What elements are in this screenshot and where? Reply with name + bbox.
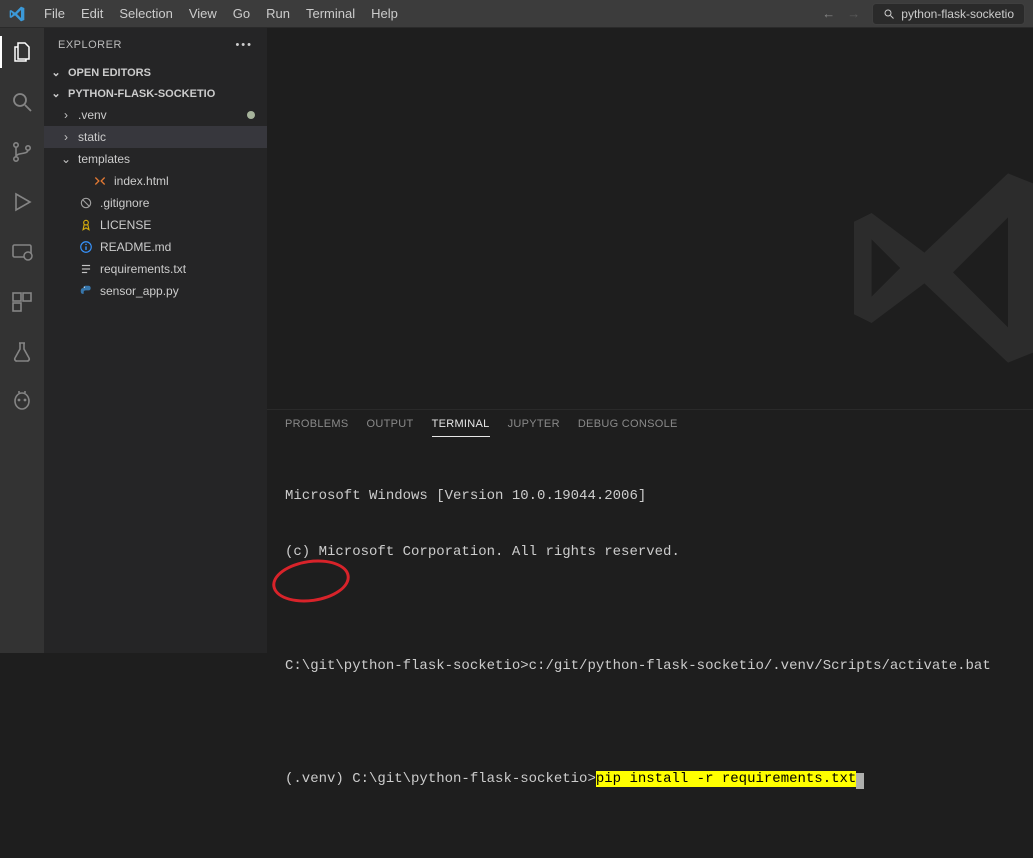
chevron-right-icon: › bbox=[60, 108, 72, 122]
empty-editor bbox=[267, 28, 1033, 409]
alien-icon bbox=[10, 390, 34, 414]
terminal-line: Microsoft Windows [Version 10.0.19044.20… bbox=[285, 487, 1015, 506]
commandcenter-search[interactable]: python-flask-socketio bbox=[872, 3, 1025, 25]
file-label: requirements.txt bbox=[100, 262, 186, 276]
bottom-panel: PROBLEMS OUTPUT TERMINAL JUPYTER DEBUG C… bbox=[267, 409, 1033, 653]
file-label: .gitignore bbox=[100, 196, 149, 210]
chevron-right-icon: › bbox=[60, 130, 72, 144]
hand-drawn-circle-annotation bbox=[269, 555, 352, 607]
vscode-watermark-icon bbox=[843, 158, 1033, 378]
activity-explorer[interactable] bbox=[0, 36, 44, 68]
search-icon bbox=[10, 90, 34, 114]
menu-run[interactable]: Run bbox=[258, 2, 298, 25]
terminal-line bbox=[285, 713, 1015, 732]
chevron-down-icon: ⌄ bbox=[60, 152, 72, 166]
nav-forward-icon[interactable]: → bbox=[847, 6, 860, 21]
tab-jupyter[interactable]: JUPYTER bbox=[508, 418, 560, 437]
activity-search[interactable] bbox=[0, 86, 44, 118]
terminal-line bbox=[285, 600, 1015, 619]
play-icon bbox=[10, 190, 34, 214]
terminal-line: (.venv) C:\git\python-flask-socketio>pip… bbox=[285, 770, 1015, 789]
menu-view[interactable]: View bbox=[181, 2, 225, 25]
menu-help[interactable]: Help bbox=[363, 2, 406, 25]
extensions-icon bbox=[10, 290, 34, 314]
menu-file[interactable]: File bbox=[36, 2, 73, 25]
sidebar-more-icon[interactable]: ••• bbox=[235, 39, 253, 51]
gitignore-file-icon bbox=[78, 195, 94, 211]
folder-label: templates bbox=[78, 152, 130, 166]
editor-area: PROBLEMS OUTPUT TERMINAL JUPYTER DEBUG C… bbox=[267, 28, 1033, 653]
chevron-down-icon: ⌄ bbox=[50, 87, 62, 100]
beaker-icon bbox=[10, 340, 34, 364]
tab-problems[interactable]: PROBLEMS bbox=[285, 418, 349, 437]
tab-terminal[interactable]: TERMINAL bbox=[432, 418, 490, 437]
terminal-cursor bbox=[856, 773, 864, 789]
terminal-line: C:\git\python-flask-socketio>c:/git/pyth… bbox=[285, 657, 1015, 676]
terminal-line: (c) Microsoft Corporation. All rights re… bbox=[285, 543, 1015, 562]
tree-file-sensor-app[interactable]: sensor_app.py bbox=[44, 280, 267, 302]
file-tree: › .venv › static ⌄ templates index.html bbox=[44, 104, 267, 302]
tree-folder-static[interactable]: › static bbox=[44, 126, 267, 148]
file-label: LICENSE bbox=[100, 218, 151, 232]
tree-file-index-html[interactable]: index.html bbox=[44, 170, 267, 192]
nav-arrows: ← → bbox=[822, 6, 860, 21]
menu-selection[interactable]: Selection bbox=[111, 2, 180, 25]
search-icon bbox=[883, 8, 895, 20]
tab-output[interactable]: OUTPUT bbox=[367, 418, 414, 437]
license-file-icon bbox=[78, 217, 94, 233]
tree-folder-templates[interactable]: ⌄ templates bbox=[44, 148, 267, 170]
open-editors-label: OPEN EDITORS bbox=[68, 67, 151, 79]
activity-run[interactable] bbox=[0, 186, 44, 218]
files-icon bbox=[11, 40, 35, 64]
info-file-icon bbox=[78, 239, 94, 255]
activity-testing[interactable] bbox=[0, 336, 44, 368]
tab-debug-console[interactable]: DEBUG CONSOLE bbox=[578, 418, 678, 437]
highlighted-command: pip install -r requirements.txt bbox=[596, 771, 856, 787]
sidebar-title: EXPLORER bbox=[58, 39, 122, 51]
terminal[interactable]: Microsoft Windows [Version 10.0.19044.20… bbox=[267, 437, 1033, 858]
nav-back-icon[interactable]: ← bbox=[822, 6, 835, 21]
activity-extensions[interactable] bbox=[0, 286, 44, 318]
remote-icon bbox=[10, 240, 34, 264]
python-file-icon bbox=[78, 283, 94, 299]
activity-remote[interactable] bbox=[0, 236, 44, 268]
menu-terminal[interactable]: Terminal bbox=[298, 2, 363, 25]
section-open-editors[interactable]: ⌄ OPEN EDITORS bbox=[44, 62, 267, 83]
tree-file-license[interactable]: LICENSE bbox=[44, 214, 267, 236]
panel-tabs: PROBLEMS OUTPUT TERMINAL JUPYTER DEBUG C… bbox=[267, 410, 1033, 437]
tree-file-requirements[interactable]: requirements.txt bbox=[44, 258, 267, 280]
sidebar-header: EXPLORER ••• bbox=[44, 28, 267, 62]
folder-label: .venv bbox=[78, 108, 107, 122]
branch-icon bbox=[10, 140, 34, 164]
title-bar: File Edit Selection View Go Run Terminal… bbox=[0, 0, 1033, 28]
text-file-icon bbox=[78, 261, 94, 277]
sidebar-explorer: EXPLORER ••• ⌄ OPEN EDITORS ⌄ PYTHON-FLA… bbox=[44, 28, 267, 653]
activity-platformio[interactable] bbox=[0, 386, 44, 418]
file-label: sensor_app.py bbox=[100, 284, 179, 298]
menu-edit[interactable]: Edit bbox=[73, 2, 111, 25]
html-file-icon bbox=[92, 173, 108, 189]
search-text: python-flask-socketio bbox=[901, 7, 1014, 21]
activity-sourcecontrol[interactable] bbox=[0, 136, 44, 168]
folder-label: static bbox=[78, 130, 106, 144]
modified-dot-icon bbox=[247, 111, 255, 119]
file-label: README.md bbox=[100, 240, 171, 254]
menu-go[interactable]: Go bbox=[225, 2, 258, 25]
chevron-down-icon: ⌄ bbox=[50, 66, 62, 79]
activity-bar bbox=[0, 28, 44, 653]
project-label: PYTHON-FLASK-SOCKETIO bbox=[68, 88, 215, 100]
file-label: index.html bbox=[114, 174, 169, 188]
tree-file-readme[interactable]: README.md bbox=[44, 236, 267, 258]
vscode-logo-icon bbox=[8, 5, 26, 23]
section-project[interactable]: ⌄ PYTHON-FLASK-SOCKETIO bbox=[44, 83, 267, 104]
tree-file-gitignore[interactable]: .gitignore bbox=[44, 192, 267, 214]
tree-folder-venv[interactable]: › .venv bbox=[44, 104, 267, 126]
